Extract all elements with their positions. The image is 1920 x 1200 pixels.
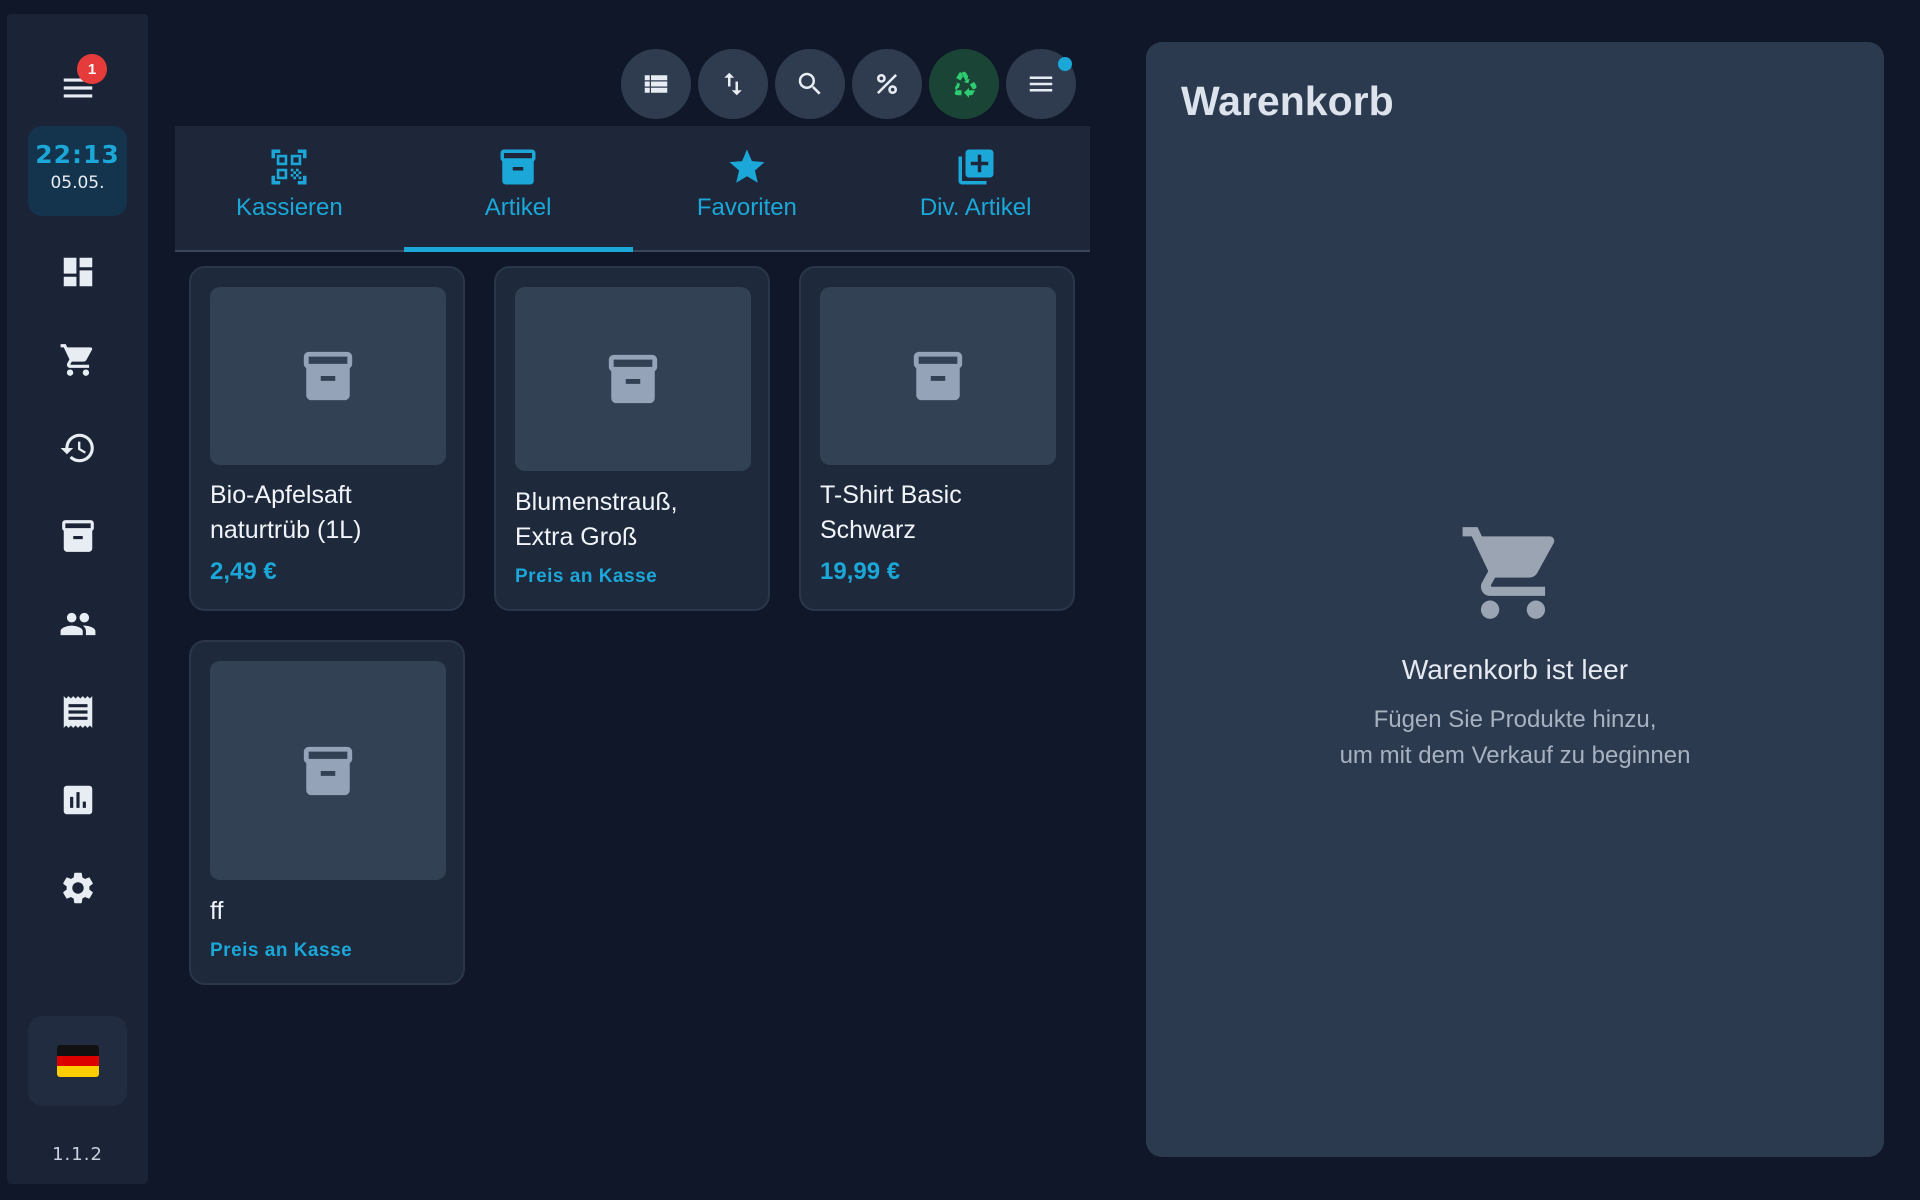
language-selector[interactable]: [28, 1016, 127, 1106]
tab-favoriten[interactable]: Favoriten: [633, 126, 862, 250]
product-name: Blumenstrauß, Extra Groß: [515, 488, 678, 551]
more-menu-button[interactable]: [1006, 49, 1076, 119]
product-card[interactable]: T-Shirt Basic Schwarz 19,99 €: [799, 266, 1075, 611]
tab-label: Artikel: [484, 194, 552, 221]
tab-label: Favoriten: [696, 194, 797, 221]
qr-scan-icon: [271, 149, 307, 185]
tab-label: Kassieren: [236, 194, 343, 221]
archive-icon: [608, 354, 658, 404]
product-name: ff: [210, 897, 224, 925]
tab-div-artikel[interactable]: Div. Artikel: [861, 126, 1090, 250]
tab-kassieren[interactable]: Kassieren: [175, 126, 404, 250]
percent-icon: [877, 74, 897, 94]
cart-empty-hint: Fügen Sie Produkte hinzu, um mit dem Ver…: [1339, 706, 1691, 769]
archive-icon[interactable]: [54, 512, 102, 560]
search-button[interactable]: [775, 49, 845, 119]
sort-button[interactable]: [698, 49, 768, 119]
search-icon: [798, 72, 821, 95]
app-version: 1.1.2: [52, 1144, 103, 1165]
dashboard-icon[interactable]: [54, 248, 102, 296]
product-price: 2,49 €: [210, 558, 277, 585]
list-view-icon: [644, 75, 668, 93]
product-price: Preis an Kasse: [210, 940, 353, 961]
gear-icon[interactable]: [54, 864, 102, 912]
product-card[interactable]: ff Preis an Kasse: [189, 640, 465, 985]
sidebar: 1 22:13 05.05. 1.1.2: [7, 14, 148, 1184]
product-price: 19,99 €: [820, 558, 901, 585]
history-icon[interactable]: [54, 424, 102, 472]
notification-dot: [1058, 57, 1072, 71]
discount-button[interactable]: [852, 49, 922, 119]
product-card[interactable]: Bio-Apfelsaft naturtrüb (1L) 2,49 €: [189, 266, 465, 611]
tab-bar: Kassieren Artikel Favoriten Div. Artikel: [175, 126, 1090, 252]
product-image: [820, 287, 1056, 465]
star-icon: [729, 149, 765, 183]
archive-icon: [500, 149, 536, 185]
cart-panel: Warenkorb Warenkorb ist leer Fügen Sie P…: [1146, 42, 1884, 1157]
add-box-icon: [958, 149, 994, 185]
product-card[interactable]: Blumenstrauß, Extra Groß Preis an Kasse: [494, 266, 770, 611]
tab-label: Div. Artikel: [919, 194, 1032, 221]
recycle-icon: [954, 71, 977, 98]
cart-icon: [1458, 518, 1568, 628]
notification-badge: 1: [77, 54, 107, 84]
clock-time: 22:13: [35, 140, 120, 169]
flag-de-icon: [56, 1045, 99, 1077]
recycle-button[interactable]: [929, 49, 999, 119]
clock: 22:13 05.05.: [28, 126, 127, 216]
sort-icon: [724, 72, 742, 96]
product-image: [515, 287, 751, 471]
people-icon[interactable]: [54, 600, 102, 648]
clock-date: 05.05.: [50, 173, 105, 193]
cart-empty-title: Warenkorb ist leer: [1401, 654, 1629, 685]
product-image: [210, 661, 446, 880]
archive-icon: [303, 746, 353, 795]
archive-icon: [913, 351, 963, 401]
cart-title: Warenkorb: [1181, 78, 1394, 124]
tab-artikel[interactable]: Artikel: [403, 126, 633, 252]
product-price: Preis an Kasse: [515, 566, 658, 587]
list-view-button[interactable]: [621, 49, 691, 119]
archive-icon: [303, 351, 353, 401]
product-image: [210, 287, 446, 465]
receipt-icon[interactable]: [54, 688, 102, 736]
product-name: T-Shirt Basic Schwarz: [820, 481, 962, 544]
menu-icon: [1029, 76, 1053, 92]
cart-icon[interactable]: [54, 336, 102, 384]
chart-icon[interactable]: [54, 776, 102, 824]
product-name: Bio-Apfelsaft naturtrüb (1L): [210, 481, 362, 544]
